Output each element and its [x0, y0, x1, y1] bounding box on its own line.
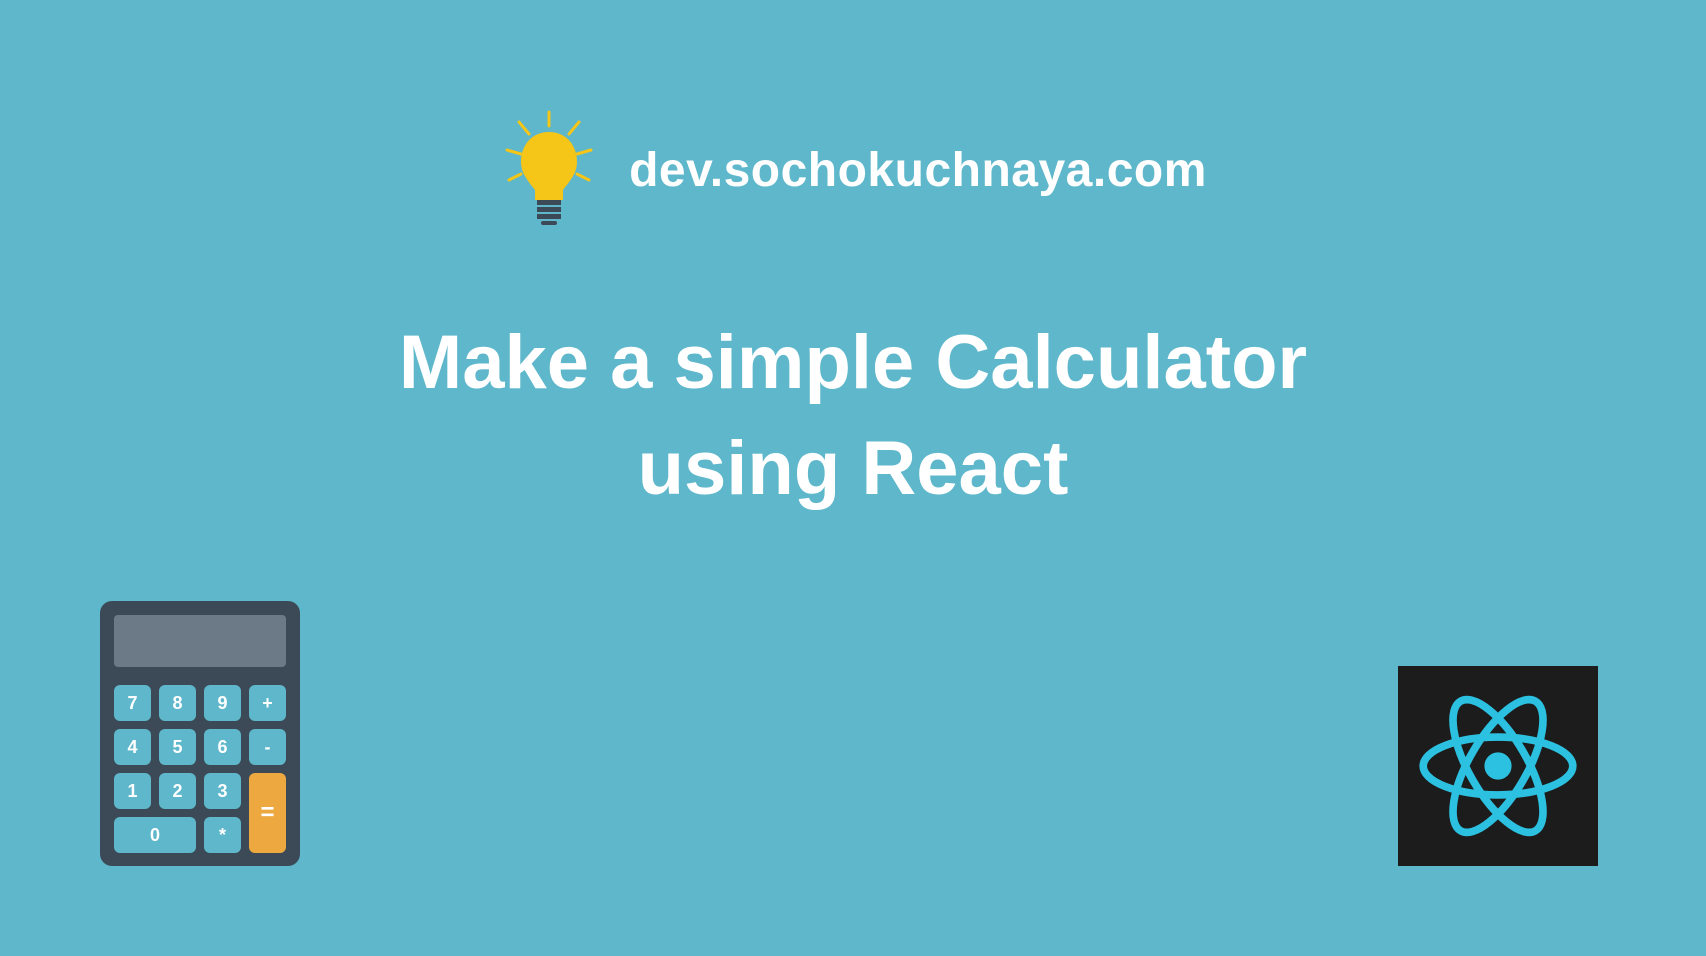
header-row: dev.sochokuchnaya.com — [0, 110, 1706, 230]
react-logo-icon — [1413, 681, 1583, 851]
calc-btn-equals: = — [249, 773, 286, 853]
page-title: Make a simple Calculator using React — [0, 310, 1706, 523]
title-line-1: Make a simple Calculator — [0, 310, 1706, 416]
title-line-2: using React — [0, 416, 1706, 522]
calc-btn-4: 4 — [114, 729, 151, 765]
calc-btn-6: 6 — [204, 729, 241, 765]
calc-btn-7: 7 — [114, 685, 151, 721]
calc-btn-multiply: * — [204, 817, 241, 853]
calc-btn-plus: + — [249, 685, 286, 721]
calc-btn-minus: - — [249, 729, 286, 765]
calculator-screen — [114, 615, 286, 667]
react-logo-box — [1398, 666, 1598, 866]
calc-btn-1: 1 — [114, 773, 151, 809]
calculator-icon: 7 8 9 + 4 5 6 - 1 2 3 = 0 * — [100, 601, 300, 866]
calc-btn-5: 5 — [159, 729, 196, 765]
calc-btn-8: 8 — [159, 685, 196, 721]
calculator-buttons: 7 8 9 + 4 5 6 - 1 2 3 = 0 * — [114, 685, 286, 853]
calc-btn-3: 3 — [204, 773, 241, 809]
site-name: dev.sochokuchnaya.com — [629, 143, 1207, 198]
calc-btn-9: 9 — [204, 685, 241, 721]
calc-btn-2: 2 — [159, 773, 196, 809]
calc-btn-0: 0 — [114, 817, 196, 853]
lightbulb-icon — [499, 110, 599, 230]
